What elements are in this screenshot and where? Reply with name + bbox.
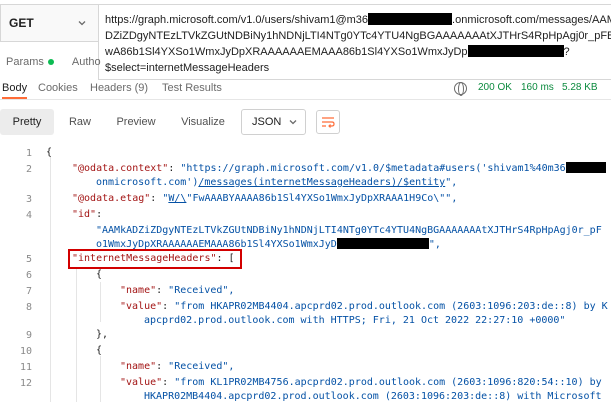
redaction-block — [336, 238, 429, 249]
redaction-block — [565, 162, 606, 173]
json-string: "FwAAABYAAAA86b1Sl4YXSo1WmxJyDpXRAAA1H9C… — [186, 193, 458, 204]
line-number: 11 — [19, 362, 32, 373]
code-brace: { — [96, 269, 103, 280]
visualize-button[interactable]: Visualize — [172, 109, 234, 135]
status-code: 200 OK — [478, 82, 512, 93]
json-key: "id" — [72, 209, 97, 220]
code-line: "@odata.etag": "W/\"FwAAABYAAAA86b1Sl4YX… — [72, 192, 457, 206]
response-tabs: Body Cookies Headers (9) Test Results 20… — [0, 80, 611, 100]
line-number: 5 — [25, 254, 32, 265]
response-size: 5.28 KB — [562, 82, 598, 93]
line-number: 9 — [25, 330, 32, 341]
response-body-code[interactable]: 1 2 3 4 5 6 7 8 9 10 11 12 { "@odata.con… — [0, 144, 611, 402]
raw-button[interactable]: Raw — [58, 109, 102, 135]
indent-guide — [50, 156, 51, 402]
wrap-lines-icon — [322, 117, 335, 128]
globe-icon[interactable] — [454, 82, 467, 96]
line-number: 10 — [19, 346, 32, 357]
json-string: "from HKAPR02MB4404.apcprd02.prod.outloo… — [174, 301, 608, 312]
http-method-select[interactable]: GET — [0, 4, 98, 42]
json-string: ", — [428, 239, 441, 250]
indent-guide — [100, 356, 101, 402]
pretty-button[interactable]: Pretty — [0, 109, 54, 135]
tab-body[interactable]: Body — [2, 82, 28, 99]
code-brace: { — [96, 345, 103, 356]
url-text: $select=internetMessageHeaders — [105, 62, 270, 74]
json-string: HKAPR02MB4404.apcprd02.prod.outlook.com … — [144, 391, 602, 402]
request-tabs: Params Autho — [6, 50, 101, 74]
tab-params-label: Params — [6, 56, 44, 68]
tab-headers[interactable]: Headers (9) — [90, 82, 148, 94]
json-separator: : — [96, 209, 103, 220]
format-select[interactable]: JSON — [241, 109, 306, 135]
url-text: ? — [563, 46, 570, 58]
json-link[interactable]: W/\ — [168, 193, 186, 204]
url-text: .onmicrosoft.com/messages/AAMkA — [452, 14, 611, 26]
tab-authorization-label: Autho — [71, 56, 101, 68]
json-string: "Received", — [168, 361, 235, 372]
url-text: https://graph.microsoft.com/v1.0/users/s… — [105, 14, 369, 26]
tab-params[interactable]: Params — [6, 56, 54, 68]
code-line: "name": "Received", — [120, 361, 235, 372]
chevron-down-icon — [289, 120, 297, 125]
json-separator: : — [150, 193, 163, 204]
json-key: "name" — [120, 361, 157, 372]
json-key: "name" — [120, 285, 157, 296]
line-number: 4 — [25, 210, 32, 221]
chevron-down-icon — [78, 21, 86, 26]
preview-button[interactable]: Preview — [106, 109, 166, 135]
json-key: "@odata.context" — [72, 163, 169, 174]
line-number: 6 — [25, 270, 32, 281]
redaction-block — [467, 45, 564, 57]
code-line: onmicrosoft.com')/messages(internetMessa… — [96, 176, 457, 190]
code-line: "value": "from HKAPR02MB4404.apcprd02.pr… — [120, 301, 608, 312]
code-line: "value": "from KL1PR02MB4756.apcprd02.pr… — [120, 377, 602, 388]
tab-test-results[interactable]: Test Results — [162, 82, 222, 94]
url-text: wA86b1Sl4YXSo1WmxJyDpXRAAAAAAEMAAA86b1Sl… — [105, 46, 468, 58]
response-format-toolbar: Pretty Raw Preview Visualize JSON — [0, 109, 611, 135]
line-number: 7 — [25, 286, 32, 297]
code-line: "id": — [72, 208, 102, 222]
redaction-block — [368, 13, 453, 25]
json-key: "value" — [120, 301, 163, 312]
url-text: DZiZDgyNTEzLTVkZGUtNDBiNy1hNDNjLTI4NTg0Y… — [105, 30, 611, 42]
line-number: 12 — [19, 378, 32, 389]
response-time: 160 ms — [521, 82, 554, 93]
json-string: ", — [445, 177, 458, 188]
code-brace: }, — [96, 329, 109, 340]
json-string: "AAMkADZiZDgyNTEzLTVkZGUtNDBiNy1hNDNjLTI… — [96, 225, 602, 236]
line-number: 2 — [25, 164, 32, 175]
line-number: 8 — [25, 302, 32, 313]
json-string: "Received", — [168, 285, 235, 296]
tab-cookies[interactable]: Cookies — [38, 82, 78, 94]
indent-guide — [76, 268, 77, 402]
http-method-label: GET — [9, 16, 34, 30]
indent-guide — [100, 282, 101, 322]
json-key: "@odata.etag" — [72, 193, 151, 204]
params-active-dot — [47, 59, 54, 65]
code-line: "name": "Received", — [120, 285, 235, 296]
wrap-lines-button[interactable] — [316, 110, 340, 134]
code-line: "@odata.context": "https://graph.microso… — [72, 162, 606, 176]
format-select-value: JSON — [252, 116, 282, 128]
json-string: onmicrosoft.com') — [96, 177, 199, 188]
request-url-input[interactable]: https://graph.microsoft.com/v1.0/users/s… — [98, 4, 611, 80]
code-brace: { — [46, 147, 53, 158]
json-link[interactable]: /messages(internetMessageHeaders)/$entit… — [198, 177, 445, 188]
tab-authorization[interactable]: Autho — [72, 56, 101, 68]
line-number: 3 — [25, 194, 32, 205]
json-string: apcprd02.prod.outlook.com with HTTPS; Fr… — [144, 315, 566, 326]
json-string: "https://graph.microsoft.com/v1.0/$metad… — [180, 163, 566, 174]
json-separator: : — [168, 163, 181, 174]
json-string: "from KL1PR02MB4756.apcprd02.prod.outloo… — [174, 377, 602, 388]
json-key: "value" — [120, 377, 163, 388]
highlight-box — [68, 249, 242, 269]
line-number: 1 — [25, 148, 32, 159]
